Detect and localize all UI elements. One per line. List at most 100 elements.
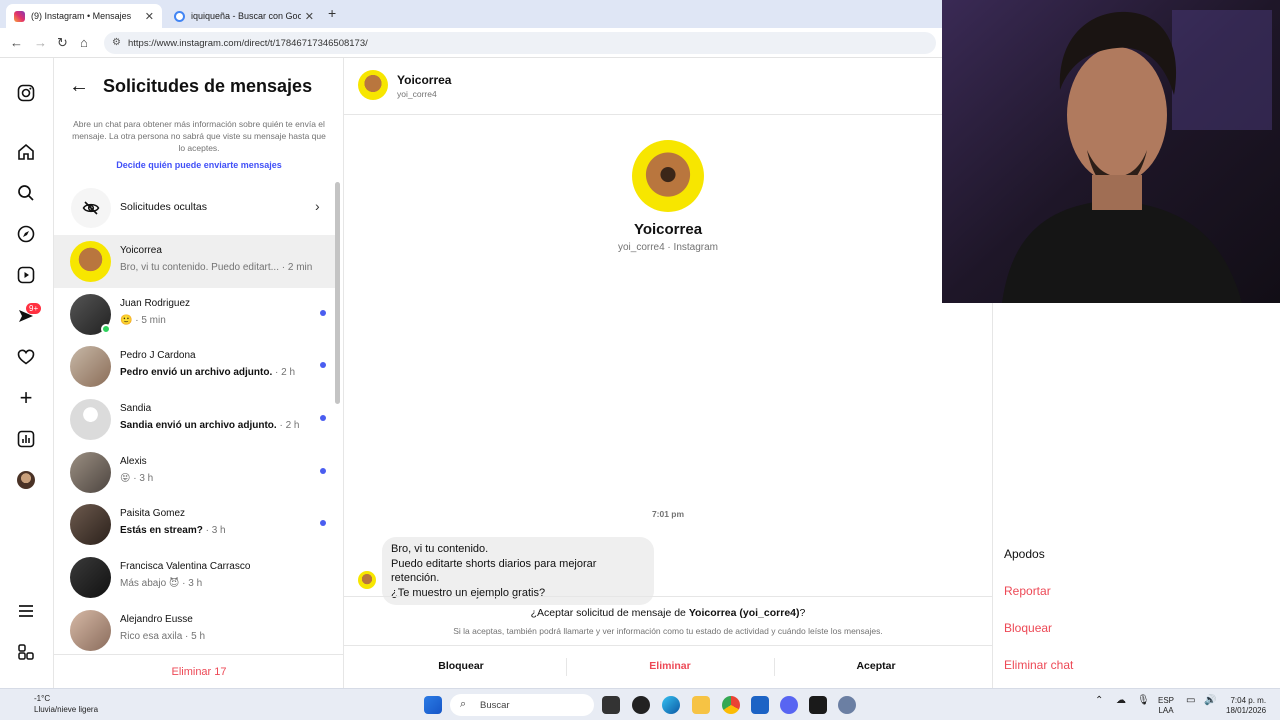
divider bbox=[774, 658, 775, 676]
language-indicator[interactable]: ESP LAA bbox=[1158, 696, 1174, 716]
message-bubble: Bro, vi tu contenido. Puedo editarte sho… bbox=[382, 537, 654, 605]
report-option[interactable]: Reportar bbox=[1004, 584, 1051, 598]
request-item-alexis[interactable]: Alexis 😝 · 3 h bbox=[54, 446, 336, 499]
close-tab-icon[interactable]: ✕ bbox=[305, 10, 314, 23]
epic-games-icon[interactable] bbox=[809, 696, 827, 714]
request-preview: Más abajo 😈 · 3 h bbox=[120, 578, 203, 590]
unread-dot bbox=[320, 415, 326, 422]
windows-taskbar: -1°C Lluvia/nieve ligera ⌕ Buscar ⌃ ☁ 🎙 … bbox=[0, 688, 1280, 720]
request-preview: Estás en stream? · 3 h bbox=[120, 525, 226, 537]
request-preview: 🙂 · 5 min bbox=[120, 314, 166, 326]
close-tab-icon[interactable]: ✕ bbox=[145, 10, 154, 23]
accept-actions: Bloquear Eliminar Aceptar bbox=[344, 645, 992, 689]
clock[interactable]: 7:04 p. m. 18/01/2026 bbox=[1226, 696, 1266, 716]
delete-chat-option[interactable]: Eliminar chat bbox=[1004, 658, 1073, 672]
request-item-paisita-gomez[interactable]: Paisita Gomez Estás en stream? · 3 h bbox=[54, 498, 336, 551]
create-icon[interactable]: + bbox=[15, 385, 37, 410]
request-name: Yoicorrea bbox=[120, 245, 162, 256]
request-item-francisca-carrasco[interactable]: Francisca Valentina Carrasco Más abajo 😈… bbox=[54, 551, 336, 604]
search-icon[interactable] bbox=[15, 182, 37, 204]
forward-icon[interactable]: → bbox=[34, 35, 47, 50]
obs-icon[interactable] bbox=[632, 696, 650, 714]
tray-chevron-icon[interactable]: ⌃ bbox=[1095, 696, 1103, 706]
reels-icon[interactable] bbox=[15, 264, 37, 286]
search-placeholder: Buscar bbox=[480, 699, 510, 711]
webcam-overlay bbox=[942, 0, 1280, 303]
weather-widget[interactable]: -1°C Lluvia/nieve ligera bbox=[12, 693, 98, 715]
google-favicon-icon bbox=[174, 10, 185, 22]
request-item-juan-rodriguez[interactable]: Juan Rodriguez 🙂 · 5 min bbox=[54, 288, 336, 341]
back-icon[interactable]: ← bbox=[10, 35, 23, 50]
unread-dot bbox=[320, 520, 326, 527]
taskbar-search[interactable]: ⌕ Buscar bbox=[450, 694, 594, 716]
requests-list: Yoicorrea Bro, vi tu contenido. Puedo ed… bbox=[54, 235, 336, 657]
request-item-sandia[interactable]: Sandia Sandia envió un archivo adjunto. … bbox=[54, 393, 336, 446]
message-line: Puedo editarte shorts diarios para mejor… bbox=[391, 557, 597, 585]
chrome-icon[interactable] bbox=[722, 696, 740, 714]
avatar bbox=[70, 346, 111, 388]
block-button[interactable]: Bloquear bbox=[361, 660, 561, 672]
request-preview: Bro, vi tu contenido. Puedo editart... ·… bbox=[120, 262, 313, 273]
request-name: Pedro J Cardona bbox=[120, 350, 196, 362]
notifications-icon[interactable] bbox=[15, 346, 37, 368]
message-requests-panel: ← Solicitudes de mensajes Abre un chat p… bbox=[54, 58, 344, 688]
request-name: Juan Rodriguez bbox=[120, 297, 191, 309]
request-name: Alejandro Eusse bbox=[120, 613, 193, 625]
task-view-icon[interactable] bbox=[602, 696, 620, 714]
menu-icon[interactable] bbox=[15, 600, 37, 622]
request-preview: 😝 · 3 h bbox=[120, 472, 154, 484]
back-arrow-icon[interactable]: ← bbox=[69, 75, 89, 98]
profile-avatar-large[interactable] bbox=[632, 140, 704, 212]
request-item-alejandro-eusse[interactable]: Alejandro Eusse Rico esa axila · 5 h bbox=[54, 604, 336, 657]
site-settings-icon[interactable]: ⚙ bbox=[112, 37, 121, 48]
reload-icon[interactable]: ↻ bbox=[57, 35, 68, 51]
delete-button[interactable]: Eliminar bbox=[570, 660, 770, 672]
home-icon[interactable] bbox=[15, 141, 37, 163]
microphone-icon[interactable]: 🎙 bbox=[1137, 696, 1150, 706]
divider bbox=[566, 658, 567, 676]
list-scrollbar[interactable] bbox=[335, 182, 340, 404]
webcam-feed-image bbox=[942, 0, 1280, 303]
request-name: Alexis bbox=[120, 455, 147, 467]
threads-icon[interactable] bbox=[15, 641, 37, 663]
avatar bbox=[70, 557, 111, 599]
block-option[interactable]: Bloquear bbox=[1004, 621, 1052, 635]
tab-google[interactable]: iquiqueña - Buscar con Google ✕ bbox=[166, 4, 322, 28]
who-can-message-link[interactable]: Decide quién puede enviarte mensajes bbox=[54, 160, 344, 170]
onedrive-icon[interactable]: ☁ bbox=[1116, 696, 1126, 706]
notification-badge: 9+ bbox=[26, 303, 42, 314]
discord-icon[interactable] bbox=[780, 696, 798, 714]
instagram-logo-icon[interactable] bbox=[15, 82, 37, 104]
request-preview: Pedro envió un archivo adjunto. · 2 h bbox=[120, 367, 296, 379]
address-bar[interactable]: ⚙ https://www.instagram.com/direct/t/178… bbox=[104, 32, 936, 54]
edge-icon[interactable] bbox=[662, 696, 680, 714]
network-icon[interactable]: ▭ bbox=[1186, 696, 1195, 706]
chat-avatar[interactable] bbox=[358, 70, 388, 100]
chat-details-panel: Apodos Reportar Bloquear Eliminar chat bbox=[992, 303, 1280, 688]
dashboard-icon[interactable] bbox=[15, 428, 37, 450]
nicknames-option[interactable]: Apodos bbox=[1004, 547, 1045, 561]
profile-avatar[interactable] bbox=[15, 469, 37, 491]
explore-icon[interactable] bbox=[15, 223, 37, 245]
volume-icon[interactable]: 🔊 bbox=[1204, 696, 1216, 706]
chat-name[interactable]: Yoicorrea bbox=[397, 73, 451, 87]
request-item-yoicorrea[interactable]: Yoicorrea Bro, vi tu contenido. Puedo ed… bbox=[54, 235, 336, 288]
accept-request-bar: ¿Aceptar solicitud de mensaje de Yoicorr… bbox=[344, 596, 992, 688]
request-item-pedro-cardona[interactable]: Pedro J Cardona Pedro envió un archivo a… bbox=[54, 340, 336, 393]
clock-date: 18/01/2026 bbox=[1226, 706, 1267, 715]
tab-instagram[interactable]: (9) Instagram • Mensajes ✕ bbox=[6, 4, 162, 28]
windows-start-icon[interactable] bbox=[424, 696, 442, 714]
settings-icon[interactable] bbox=[838, 696, 856, 714]
profile-name: Yoicorrea bbox=[633, 221, 703, 238]
home-icon[interactable]: ⌂ bbox=[80, 35, 88, 50]
store-icon[interactable] bbox=[751, 696, 769, 714]
hidden-requests-row[interactable]: Solicitudes ocultas › bbox=[54, 186, 334, 230]
chat-header: Yoicorrea yoi_corre4 bbox=[344, 58, 992, 115]
file-explorer-icon[interactable] bbox=[692, 696, 710, 714]
profile-subtitle: yoi_corre4 · Instagram bbox=[617, 242, 719, 253]
accept-note: Si la aceptas, también podrá llamarte y … bbox=[453, 626, 883, 636]
url-text: https://www.instagram.com/direct/t/17846… bbox=[128, 37, 368, 49]
delete-all-button[interactable]: Eliminar 17 bbox=[54, 666, 344, 678]
accept-button[interactable]: Aceptar bbox=[776, 660, 976, 672]
new-tab-icon[interactable]: + bbox=[328, 5, 336, 21]
